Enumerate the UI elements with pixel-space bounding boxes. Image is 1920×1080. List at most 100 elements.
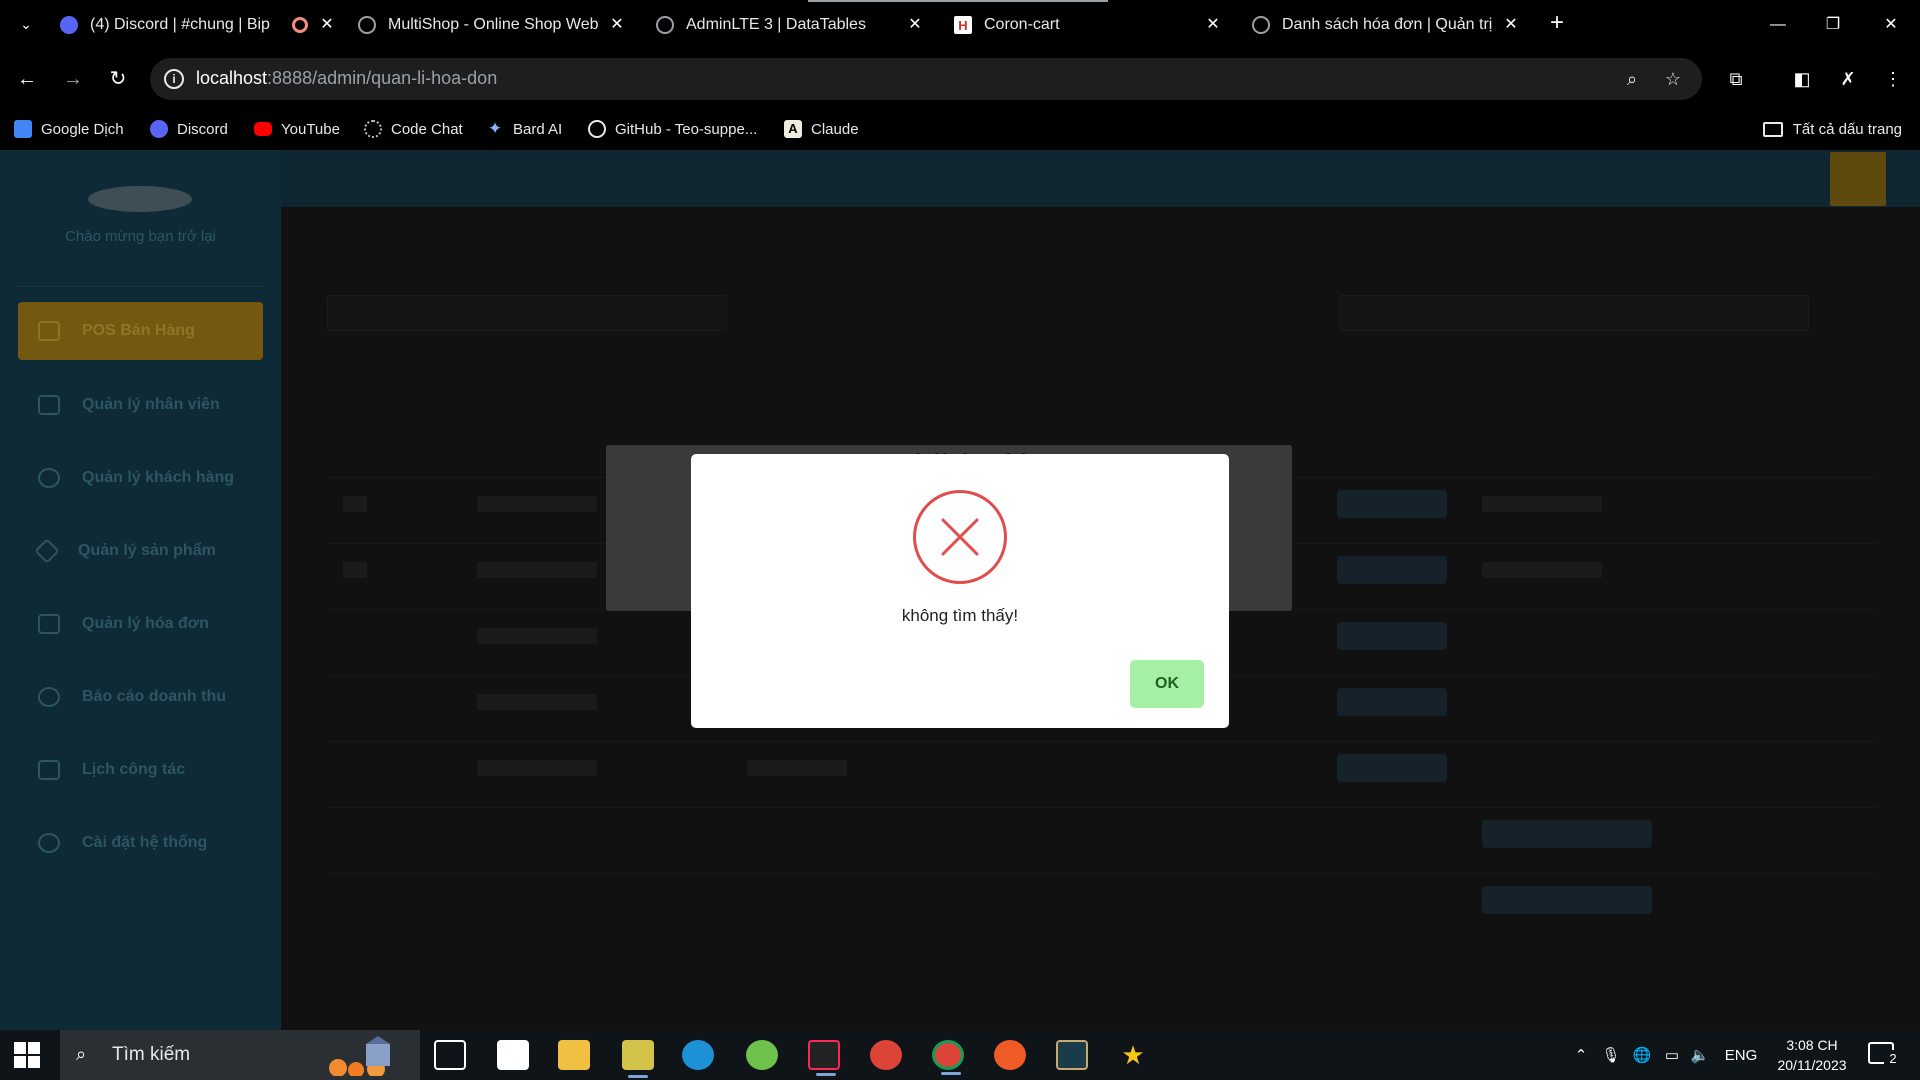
microphone-icon[interactable]: 🎙 bbox=[1600, 1030, 1622, 1080]
all-bookmarks-label: Tất cả dấu trang bbox=[1792, 120, 1902, 138]
status-badge bbox=[1337, 754, 1447, 782]
table-row bbox=[327, 807, 1877, 861]
postman-icon[interactable] bbox=[994, 1040, 1026, 1070]
close-tab-icon[interactable]: ✕ bbox=[906, 16, 924, 34]
search-highlight-art-icon bbox=[329, 1036, 390, 1076]
all-bookmarks[interactable]: Tất cả dấu trang bbox=[1762, 116, 1902, 142]
taskbar-search-box[interactable]: ⌕ Tìm kiếm bbox=[60, 1030, 420, 1080]
side-panel-icon[interactable]: ◧ bbox=[1787, 64, 1817, 94]
close-tab-icon[interactable]: ✕ bbox=[318, 16, 336, 34]
tab-title: Danh sách hóa đơn | Quản trị A bbox=[1282, 16, 1492, 33]
sidebar-item-pos[interactable]: POS Bán Hàng bbox=[18, 302, 263, 360]
table-cell bbox=[343, 496, 367, 512]
clock-date: 20/11/2023 bbox=[1777, 1057, 1847, 1073]
bookmark-discord[interactable]: Discord bbox=[150, 116, 228, 142]
search-icon: ⌕ bbox=[76, 1044, 87, 1064]
menu-kebab-icon[interactable]: ⋮ bbox=[1878, 64, 1908, 94]
tab-multishop[interactable]: MultiShop - Online Shop Websi ✕ bbox=[358, 8, 626, 42]
minimize-icon[interactable]: — bbox=[1763, 10, 1793, 40]
league-icon[interactable] bbox=[1056, 1040, 1088, 1070]
ok-button[interactable]: OK bbox=[1130, 660, 1204, 708]
sidebar-item-customers[interactable]: Quản lý khách hàng bbox=[18, 449, 263, 507]
filter-input[interactable] bbox=[327, 295, 727, 331]
sidebar-item-label: Lịch công tác bbox=[82, 761, 186, 778]
tray-chevron-icon[interactable]: ⌃ bbox=[1570, 1030, 1592, 1080]
sidebar-item-invoices[interactable]: Quản lý hóa đơn bbox=[18, 595, 263, 653]
error-alert-dialog: không tìm thấy! OK bbox=[691, 454, 1229, 728]
sticky-icon[interactable] bbox=[622, 1040, 654, 1078]
tab-coron-cart[interactable]: H Coron-cart ✕ bbox=[954, 8, 1222, 42]
github-icon bbox=[588, 120, 606, 138]
restore-icon[interactable]: ❐ bbox=[1818, 10, 1848, 40]
close-tab-icon[interactable]: ✕ bbox=[1204, 16, 1222, 34]
taskbar-clock[interactable]: 3:08 CH 20/11/2023 bbox=[1760, 1035, 1864, 1075]
globe-network-icon[interactable]: 🌐 bbox=[1630, 1030, 1654, 1080]
bookmarks-bar: Google Dịch Discord YouTube Code Chat ✦ … bbox=[0, 108, 1920, 150]
bookmark-star-icon[interactable]: ☆ bbox=[1661, 67, 1685, 91]
bookmark-bard[interactable]: ✦ Bard AI bbox=[486, 116, 562, 142]
app-green-icon[interactable] bbox=[746, 1040, 778, 1070]
address-bar[interactable]: i localhost:8888/admin/quan-li-hoa-don ⌕… bbox=[150, 58, 1702, 100]
status-badge bbox=[1482, 820, 1652, 848]
reload-icon[interactable]: ↻ bbox=[103, 64, 133, 94]
star-app-icon[interactable]: ★ bbox=[1117, 1040, 1149, 1070]
extensions-icon[interactable]: ⧉ bbox=[1721, 64, 1751, 94]
bookmark-github[interactable]: GitHub - Teo-suppe... bbox=[588, 116, 757, 142]
tab-title: Coron-cart bbox=[984, 16, 1060, 33]
window-close-icon[interactable]: ✕ bbox=[1876, 10, 1906, 40]
store-icon[interactable] bbox=[497, 1040, 529, 1070]
zoom-icon[interactable]: ⌕ bbox=[1620, 67, 1644, 91]
table-cell bbox=[1482, 496, 1602, 512]
bookmark-label: Claude bbox=[811, 120, 859, 138]
bookmark-code-chat[interactable]: Code Chat bbox=[364, 116, 463, 142]
url-host: localhost bbox=[196, 68, 268, 88]
sidebar-item-label: Quản lý nhân viên bbox=[82, 396, 220, 413]
site-info-icon[interactable]: i bbox=[164, 69, 184, 89]
chrome-icon[interactable] bbox=[870, 1040, 902, 1070]
back-arrow-icon[interactable]: ← bbox=[12, 64, 42, 94]
tab-discord[interactable]: (4) Discord | #chung | Bip ✕ bbox=[60, 8, 334, 42]
bookmark-claude[interactable]: A Claude bbox=[784, 116, 859, 142]
new-tab-plus-icon[interactable]: + bbox=[1545, 11, 1569, 36]
sidebar-item-settings[interactable]: Cài đặt hệ thống bbox=[18, 814, 263, 872]
file-explorer-icon[interactable] bbox=[558, 1040, 590, 1070]
task-view-icon[interactable] bbox=[434, 1040, 466, 1070]
bookmark-label: GitHub - Teo-suppe... bbox=[615, 120, 758, 138]
tab-search-chevron-icon[interactable]: ⌄ bbox=[14, 12, 38, 36]
sidebar-item-schedule[interactable]: Lịch công tác bbox=[18, 741, 263, 799]
language-indicator[interactable]: ENG bbox=[1722, 1030, 1760, 1080]
tab-adminlte[interactable]: AdminLTE 3 | DataTables ✕ bbox=[656, 8, 924, 42]
bookmark-google-dich[interactable]: Google Dịch bbox=[14, 116, 124, 142]
close-tab-icon[interactable]: ✕ bbox=[1502, 16, 1520, 34]
sidebar-item-products[interactable]: Quản lý sản phẩm bbox=[18, 522, 263, 580]
profile-extension-icon[interactable]: ✗ bbox=[1833, 64, 1863, 94]
close-tab-icon[interactable]: ✕ bbox=[608, 16, 626, 34]
sidebar-item-label: Quản lý khách hàng bbox=[82, 469, 235, 486]
tag-icon bbox=[34, 538, 60, 564]
forward-arrow-icon[interactable]: → bbox=[58, 64, 88, 94]
alert-message: không tìm thấy! bbox=[901, 606, 1019, 625]
status-badge bbox=[1482, 886, 1652, 914]
active-tab-indicator bbox=[808, 0, 1108, 2]
sidebar-divider bbox=[18, 286, 263, 287]
youtube-icon bbox=[254, 122, 272, 136]
table-cell bbox=[477, 760, 597, 776]
table-cell bbox=[1482, 562, 1602, 578]
bard-icon: ✦ bbox=[487, 119, 503, 138]
tab-hoa-don[interactable]: Danh sách hóa đơn | Quản trị A ✕ bbox=[1252, 8, 1520, 42]
edge-icon[interactable] bbox=[682, 1040, 714, 1070]
windows-start-icon[interactable] bbox=[14, 1042, 40, 1068]
google-translate-icon bbox=[14, 120, 32, 138]
admin-sidebar: Chào mừng bạn trở lại POS Bán Hàng Quản … bbox=[0, 150, 281, 1030]
battery-icon[interactable]: ▭ bbox=[1660, 1030, 1684, 1080]
sidebar-item-employees[interactable]: Quản lý nhân viên bbox=[18, 376, 263, 434]
calendar-check-icon bbox=[38, 760, 60, 780]
sidebar-item-revenue[interactable]: Báo cáo doanh thu bbox=[18, 668, 263, 726]
logout-button[interactable] bbox=[1830, 152, 1886, 206]
volume-icon[interactable]: 🔈 bbox=[1688, 1030, 1712, 1080]
bookmark-youtube[interactable]: YouTube bbox=[254, 116, 340, 142]
filter-date-input[interactable] bbox=[1339, 295, 1809, 331]
intellij-icon[interactable] bbox=[808, 1040, 840, 1076]
url-text[interactable]: localhost:8888/admin/quan-li-hoa-don bbox=[196, 68, 497, 89]
chrome-profile-icon[interactable] bbox=[932, 1040, 964, 1075]
